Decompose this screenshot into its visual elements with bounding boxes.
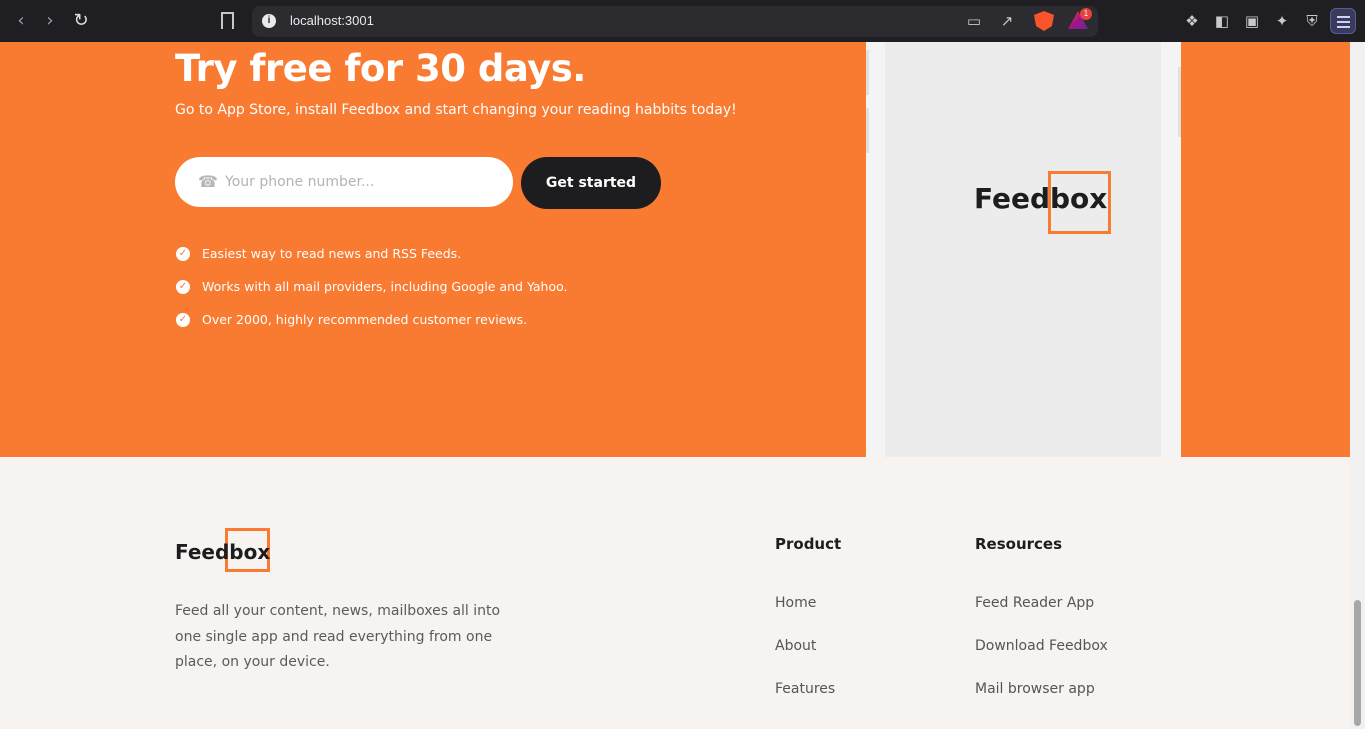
phone-screen: Feedbox	[885, 42, 1161, 457]
page-scrollbar[interactable]	[1350, 42, 1365, 729]
share-icon[interactable]: ↗	[997, 11, 1017, 31]
cast-icon[interactable]: ▭	[964, 11, 984, 31]
feature-text: Works with all mail providers, including…	[202, 279, 568, 294]
feature-item: ✓ Works with all mail providers, includi…	[175, 270, 568, 303]
footer-link-download[interactable]: Download Feedbox	[975, 638, 1108, 681]
column-title: Resources	[975, 535, 1063, 553]
back-icon[interactable]: ‹	[10, 10, 32, 32]
check-icon: ✓	[176, 279, 190, 294]
hero-subtitle: Go to App Store, install Feedbox and sta…	[175, 102, 737, 118]
check-icon: ✓	[176, 246, 190, 261]
feature-list: ✓ Easiest way to read news and RSS Feeds…	[175, 237, 568, 336]
footer: Feedbox Feed all your content, news, mai…	[0, 457, 1350, 729]
footer-column-resources: Resources Feed Reader App Download Feedb…	[975, 535, 1108, 724]
hero-title: Try free for 30 days.	[175, 47, 586, 90]
footer-description: Feed all your content, news, mailboxes a…	[175, 603, 501, 670]
column-title: Product	[775, 535, 842, 553]
footer-link-feed-reader[interactable]: Feed Reader App	[975, 595, 1108, 638]
device-logo: Feedbox	[974, 171, 1111, 234]
phone-input[interactable]	[225, 169, 495, 195]
get-started-button[interactable]: Get started	[521, 157, 661, 209]
feature-text: Over 2000, highly recommended customer r…	[202, 312, 528, 327]
cta-section: Try free for 30 days. Go to App Store, i…	[0, 42, 1350, 457]
sidebar-icon[interactable]: ◧	[1212, 11, 1232, 31]
reload-icon[interactable]: ↻	[70, 10, 92, 32]
forward-icon[interactable]: ›	[39, 10, 61, 32]
menu-icon[interactable]	[1330, 8, 1356, 34]
leo-icon[interactable]: ✦	[1272, 11, 1292, 31]
device-button	[866, 108, 869, 153]
device-button	[1178, 67, 1181, 137]
vpn-icon[interactable]: ⛨	[1302, 11, 1322, 31]
info-icon[interactable]: i	[262, 14, 276, 28]
check-icon: ✓	[176, 312, 190, 327]
browser-toolbar: ‹ › ↻ i localhost:3001 ▭ ↗ 1 ❖ ◧ ▣ ✦ ⛨	[0, 0, 1365, 42]
footer-link-about[interactable]: About	[775, 638, 841, 681]
scrollbar-thumb[interactable]	[1354, 600, 1361, 726]
device-button	[866, 50, 869, 95]
footer-link-mail-browser[interactable]: Mail browser app	[975, 681, 1108, 724]
feature-item: ✓ Over 2000, highly recommended customer…	[175, 303, 568, 336]
bookmark-icon[interactable]	[221, 12, 234, 29]
feature-item: ✓ Easiest way to read news and RSS Feeds…	[175, 237, 568, 270]
footer-column-product: Product Home About Features	[775, 535, 841, 724]
footer-link-features[interactable]: Features	[775, 681, 841, 724]
extensions-icon[interactable]: ❖	[1182, 11, 1202, 31]
footer-logo[interactable]: Feedbox	[175, 528, 270, 572]
url-text[interactable]: localhost:3001	[290, 13, 374, 28]
phone-mockup: Feedbox	[866, 42, 1181, 457]
rewards-badge: 1	[1080, 8, 1092, 20]
footer-link-home[interactable]: Home	[775, 595, 841, 638]
wallet-icon[interactable]: ▣	[1242, 11, 1262, 31]
phone-field[interactable]: ☎	[175, 157, 513, 207]
feature-text: Easiest way to read news and RSS Feeds.	[202, 246, 462, 261]
phone-icon: ☎	[198, 172, 218, 191]
